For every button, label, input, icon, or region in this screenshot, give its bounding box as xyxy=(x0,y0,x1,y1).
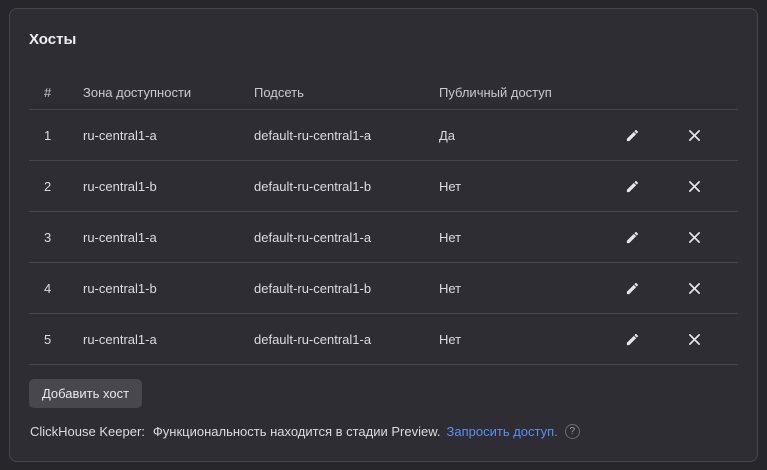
cell-subnet: default-ru-central1-a xyxy=(254,229,372,245)
cell-public-access: Нет xyxy=(439,229,462,245)
cell-subnet: default-ru-central1-a xyxy=(254,331,372,347)
close-icon[interactable] xyxy=(683,328,705,350)
cell-number: 3 xyxy=(44,229,52,245)
table-body: 1 ru-central1-a default-ru-central1-a Да 2 ru… xyxy=(29,110,738,365)
cell-subnet: default-ru-central1-b xyxy=(254,280,372,296)
cell-subnet: default-ru-central1-b xyxy=(254,178,372,194)
cell-public-access: Нет xyxy=(439,280,462,296)
cell-number: 5 xyxy=(44,331,52,347)
cell-public-access: Нет xyxy=(439,178,462,194)
cell-number: 4 xyxy=(44,280,52,296)
column-header-number: # xyxy=(44,84,52,100)
close-icon[interactable] xyxy=(683,277,705,299)
cell-zone: ru-central1-a xyxy=(83,331,157,347)
table-row: 1 ru-central1-a default-ru-central1-a Да xyxy=(29,110,738,161)
pencil-icon[interactable] xyxy=(621,124,643,146)
help-icon[interactable]: ? xyxy=(564,424,580,439)
card-title: Хосты xyxy=(29,31,77,48)
cell-public-access: Да xyxy=(439,127,456,143)
pencil-icon[interactable] xyxy=(621,175,643,197)
cell-public-access: Нет xyxy=(439,331,462,347)
table-row: 4 ru-central1-b default-ru-central1-b Нет xyxy=(29,263,738,314)
column-header-subnet: Подсеть xyxy=(254,84,304,100)
close-icon[interactable] xyxy=(683,175,705,197)
pencil-icon[interactable] xyxy=(621,277,643,299)
pencil-icon[interactable] xyxy=(621,328,643,350)
cell-zone: ru-central1-a xyxy=(83,229,157,245)
close-icon[interactable] xyxy=(683,226,705,248)
column-header-public-access: Публичный доступ xyxy=(439,84,552,100)
cell-zone: ru-central1-a xyxy=(83,127,157,143)
keeper-text: Функциональность находится в стадии Prev… xyxy=(152,424,441,439)
keeper-label: ClickHouse Keeper: xyxy=(30,424,145,439)
pencil-icon[interactable] xyxy=(621,226,643,248)
cell-number: 1 xyxy=(44,127,52,143)
close-icon[interactable] xyxy=(683,124,705,146)
cell-zone: ru-central1-b xyxy=(83,178,157,194)
table-row: 5 ru-central1-a default-ru-central1-a Нет xyxy=(29,314,738,365)
column-header-zone: Зона доступности xyxy=(83,84,192,100)
cell-subnet: default-ru-central1-a xyxy=(254,127,372,143)
add-host-button[interactable]: Добавить хост xyxy=(29,379,142,408)
table-row: 3 ru-central1-a default-ru-central1-a Нет xyxy=(29,212,738,263)
cell-zone: ru-central1-b xyxy=(83,280,157,296)
table-header: # Зона доступности Подсеть Публичный дос… xyxy=(29,75,738,110)
hosts-table: # Зона доступности Подсеть Публичный дос… xyxy=(29,75,738,365)
hosts-card: Хосты # Зона доступности Подсеть Публичн… xyxy=(9,8,758,462)
request-access-link[interactable]: Запросить доступ. xyxy=(447,424,558,439)
clickhouse-keeper-notice: ClickHouse Keeper: Функциональность нахо… xyxy=(30,424,580,439)
cell-number: 2 xyxy=(44,178,52,194)
table-row: 2 ru-central1-b default-ru-central1-b Нет xyxy=(29,161,738,212)
